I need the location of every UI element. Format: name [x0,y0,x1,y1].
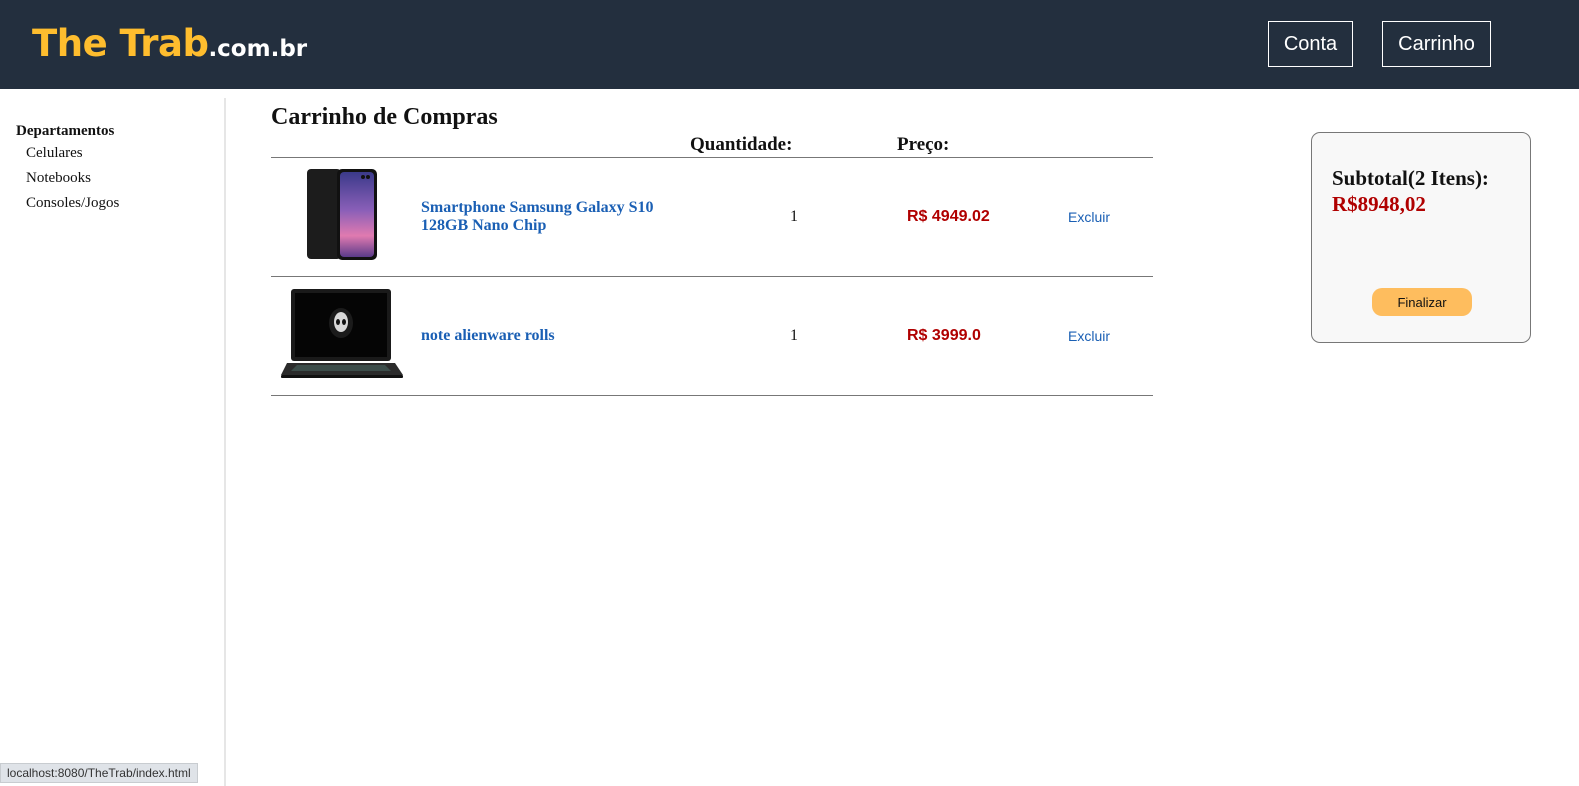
cart-item-row: Smartphone Samsung Galaxy S10 128GB Nano… [271,158,1153,276]
product-name-link[interactable]: Smartphone Samsung Galaxy S10 128GB Nano… [421,199,671,235]
product-quantity: 1 [790,208,798,225]
smartphone-image[interactable] [307,169,377,261]
sidebar-item-celulares[interactable]: Celulares [26,145,83,162]
product-price: R$ 3999.0 [907,327,981,344]
remove-item-link[interactable]: Excluir [1068,328,1110,344]
order-summary-box: Subtotal(2 Itens): R$8948,02 Finalizar [1311,132,1531,343]
laptop-image[interactable] [281,289,403,379]
page-title: Carrinho de Compras [271,104,498,130]
cart-item-row: note alienware rolls 1 R$ 3999.0 Excluir [271,277,1153,395]
top-header: The Trab.com.br Conta Carrinho [0,0,1579,89]
price-column-header: Preço: [897,134,950,155]
checkout-button[interactable]: Finalizar [1372,288,1472,316]
product-quantity: 1 [790,327,798,344]
product-price: R$ 4949.02 [907,208,990,225]
sidebar-item-consoles[interactable]: Consoles/Jogos [26,195,119,212]
quantity-column-header: Quantidade: [690,134,793,155]
browser-status-url: localhost:8080/TheTrab/index.html [0,763,198,783]
remove-item-link[interactable]: Excluir [1068,209,1110,225]
subtotal-value: R$8948,02 [1332,192,1426,216]
subtotal-label: Subtotal(2 Itens): [1332,166,1489,190]
account-button[interactable]: Conta [1268,21,1353,67]
logo-brand: The Trab [32,22,209,65]
departments-title: Departamentos [16,123,115,139]
site-logo[interactable]: The Trab.com.br [32,22,307,65]
cart-button[interactable]: Carrinho [1382,21,1491,67]
departments-sidebar: Departamentos Celulares Notebooks Consol… [0,98,226,786]
divider [271,395,1153,396]
sidebar-item-notebooks[interactable]: Notebooks [26,170,91,187]
product-name-link[interactable]: note alienware rolls [421,327,671,345]
logo-domain: .com.br [208,36,308,62]
